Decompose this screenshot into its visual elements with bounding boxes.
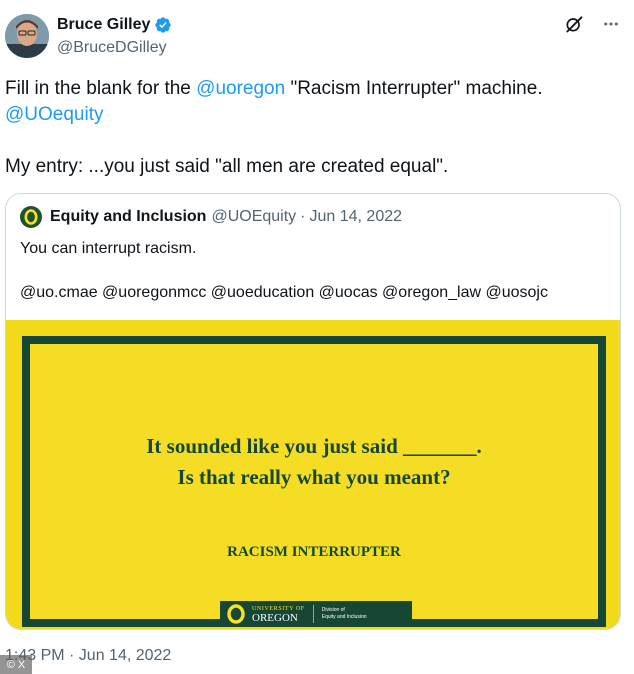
tweet-entry: My entry: ...you just said "all men are … <box>5 156 449 177</box>
uo-logo-icon <box>24 209 38 225</box>
quoted-date[interactable]: Jun 14, 2022 <box>310 208 403 226</box>
author-handle[interactable]: @BruceDGilley <box>57 39 167 57</box>
tweet-text: Fill in the blank for the @uoregon "Raci… <box>5 76 615 180</box>
quoted-author-name[interactable]: Equity and Inclusion <box>50 208 206 226</box>
quoted-mentions: @uo.cmae @uoregonmcc @uoeducation @uocas… <box>20 284 548 301</box>
sign-footer: RACISM INTERRUPTER <box>227 544 401 560</box>
tweet-actions-top <box>564 14 620 34</box>
sign-frame: It sounded like you just said _______. I… <box>22 336 606 627</box>
sign-line-2: Is that really what you meant? <box>177 465 451 489</box>
tweet-text-part: "Racism Interrupter" machine. <box>285 78 543 99</box>
verified-badge-icon <box>155 17 172 33</box>
quoted-avatar[interactable] <box>20 206 42 228</box>
division-label: Division of Equity and Inclusion <box>322 607 367 621</box>
oregon-o-icon <box>227 604 245 624</box>
avatar[interactable] <box>5 14 49 58</box>
quoted-text: You can interrupt racism. <box>20 240 197 257</box>
tweet-line-1: Fill in the blank for the @uoregon "Raci… <box>5 76 615 102</box>
uo-logo-badge: UNIVERSITY OF OREGON Division of Equity … <box>220 601 412 627</box>
grok-icon[interactable] <box>564 14 584 34</box>
mention-link[interactable]: @UOequity <box>5 102 615 128</box>
more-icon[interactable] <box>602 15 620 33</box>
division-line-2: Equity and Inclusion <box>321 614 367 620</box>
division-line-1: Division of <box>321 607 345 613</box>
divider <box>312 605 314 623</box>
profile-photo-icon <box>5 14 49 58</box>
uo-wordmark-big: OREGON <box>252 611 298 624</box>
mention-link[interactable]: @uoregon <box>196 78 285 99</box>
sign-line-1: It sounded like you just said _______. <box>146 434 482 458</box>
author-name-row[interactable]: Bruce Gilley <box>57 16 172 34</box>
quoted-tweet[interactable]: Equity and Inclusion @UOEquity · Jun 14,… <box>5 193 621 630</box>
quoted-author-handle[interactable]: @UOEquity <box>211 208 296 226</box>
separator-dot: · <box>300 208 306 225</box>
author-name[interactable]: Bruce Gilley <box>57 16 150 34</box>
quoted-header: Equity and Inclusion @UOEquity · Jun 14,… <box>20 206 402 228</box>
watermark: © X <box>0 655 32 674</box>
tweet-text-part: Fill in the blank for the <box>5 78 197 99</box>
quoted-image[interactable]: It sounded like you just said _______. I… <box>6 320 620 629</box>
sign-slogan: It sounded like you just said _______. I… <box>30 431 598 493</box>
uo-wordmark: UNIVERSITY OF OREGON <box>252 605 305 624</box>
